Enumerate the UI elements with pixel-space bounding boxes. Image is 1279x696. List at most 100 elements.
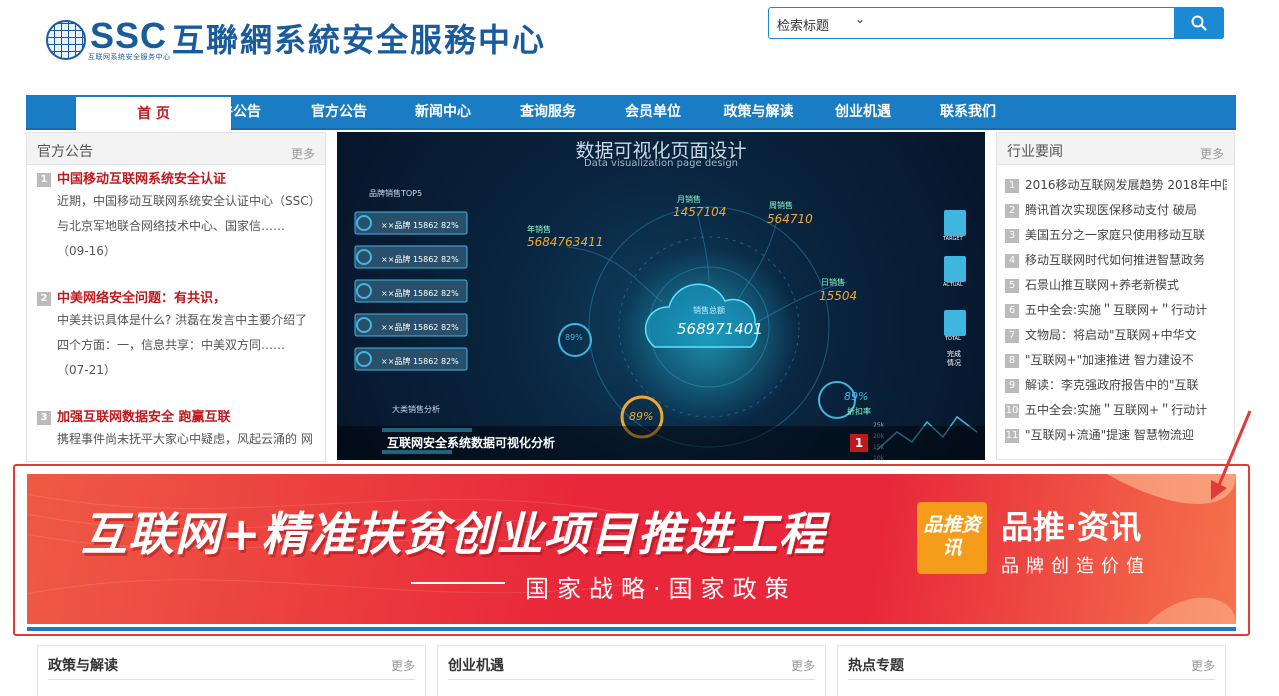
list-item-text[interactable]: "互联网+流通"提速 智慧物流迎	[1025, 428, 1194, 442]
list-item[interactable]: 2 腾讯首次实现医保移动支付 破局	[1005, 201, 1227, 218]
item-number: 5	[1005, 279, 1019, 293]
logo-subtitle: 互联网系统安全服务中心	[88, 53, 171, 61]
year-sales-value: 5684763411	[527, 235, 604, 249]
list-item-text[interactable]: 解读：李克强政府报告中的"互联	[1025, 378, 1199, 392]
list-item-text[interactable]: 石景山推互联网+养老新模式	[1025, 278, 1179, 292]
item-number: 10	[1005, 404, 1019, 418]
banner-brand-name: 品推·资讯	[1001, 508, 1142, 546]
item-number: 3	[37, 411, 51, 425]
item-number: 2	[1005, 204, 1019, 218]
list-item[interactable]: 5 石景山推互联网+养老新模式	[1005, 276, 1227, 293]
slide-pager-1[interactable]: 1	[850, 434, 868, 452]
list-item-text[interactable]: 美国五分之一家庭只使用移动互联	[1025, 228, 1205, 242]
list-item[interactable]: 3 美国五分之一家庭只使用移动互联	[1005, 226, 1227, 243]
news-item-summary: 近期，中国移动互联网系统安全认证中心（SSC）与北京军地联合网络技术中心、国家信…	[57, 194, 315, 258]
list-item[interactable]: 1 2016移动互联网发展趋势 2018年中国	[1005, 176, 1227, 193]
list-item[interactable]: 7 文物局：将启动"互联网+中华文	[1005, 326, 1227, 343]
policy-panel: 政策与解读 更多	[37, 645, 426, 696]
panel-header: 官方公告 更多	[27, 133, 325, 165]
more-link[interactable]: 更多	[791, 657, 815, 674]
more-link[interactable]: 更多	[391, 657, 415, 674]
year-sales-label: 年销售	[527, 225, 551, 234]
category-title: 大类销售分析	[392, 405, 440, 414]
startup-panel: 创业机遇 更多	[437, 645, 826, 696]
item-number: 3	[1005, 229, 1019, 243]
top5-title: 品牌销售TOP5	[369, 189, 423, 198]
news-title-text[interactable]: 中国移动互联网系统安全认证	[57, 172, 226, 187]
list-item-text[interactable]: 五中全会:实施＂互联网+＂行动计	[1025, 303, 1207, 317]
item-number: 4	[1005, 254, 1019, 268]
nav-item-contact[interactable]: 联系我们	[923, 95, 1013, 130]
percentage-left: 89%	[565, 333, 583, 342]
divider	[848, 679, 1215, 680]
top5-row: ××品牌 15862 82%	[381, 255, 459, 264]
side-label: ACTUAL	[943, 282, 963, 288]
nav-item-policy[interactable]: 政策与解读	[706, 95, 811, 130]
list-item-text[interactable]: "互联网+"加速推进 智力建设不	[1025, 353, 1194, 367]
item-number: 9	[1005, 379, 1019, 393]
news-item-title[interactable]: 2 中美网络安全问题：有共识，	[37, 287, 226, 306]
item-number: 6	[1005, 304, 1019, 318]
news-item-title[interactable]: 1 中国移动互联网系统安全认证	[37, 168, 226, 187]
more-link[interactable]: 更多	[291, 145, 315, 162]
news-item-summary: 携程事件尚未抚平大家心中疑虑，风起云涌的 网	[57, 432, 313, 446]
chevron-down-icon[interactable]: ⌄	[855, 12, 865, 26]
top5-row: ××品牌 15862 82%	[381, 221, 459, 230]
nav-item-news[interactable]: 新闻中心	[398, 95, 488, 130]
site-name[interactable]: 互聯網系統安全服務中心	[172, 20, 546, 60]
month-sales-value: 1457104	[673, 205, 727, 219]
search-icon	[1191, 15, 1207, 31]
list-item-text[interactable]: 移动互联网时代如何推进智慧政务	[1025, 253, 1205, 267]
list-item[interactable]: 9 解读：李克强政府报告中的"互联	[1005, 376, 1227, 393]
percentage-bottom: 89%	[629, 410, 654, 423]
more-link[interactable]: 更多	[1200, 145, 1224, 162]
banner-slogan: 品牌创造价值	[1001, 556, 1151, 577]
total-sales-value: 568971401	[677, 320, 763, 338]
promo-banner[interactable]: 互联网+精准扶贫创业项目推进工程 国家战略·国家政策 品推资讯 品推·资讯 品牌…	[27, 474, 1236, 624]
banner-underline	[27, 627, 1236, 631]
nav-item-documents[interactable]: 文件公告	[188, 95, 278, 130]
list-item[interactable]: 6 五中全会:实施＂互联网+＂行动计	[1005, 301, 1227, 318]
featured-slider[interactable]: 数据可视化页面设计 Data visualization page design	[337, 132, 985, 460]
list-item[interactable]: 4 移动互联网时代如何推进智慧政务	[1005, 251, 1227, 268]
search-scope-select[interactable]: 检索标题	[777, 15, 829, 34]
top5-row: ××品牌 15862 82%	[381, 289, 459, 298]
total-sales-label: 销售总额	[693, 306, 725, 315]
list-item[interactable]: 11 "互联网+流通"提速 智慧物流迎	[1005, 426, 1227, 443]
list-item[interactable]: 10 五中全会:实施＂互联网+＂行动计	[1005, 401, 1227, 418]
list-item-text[interactable]: 2016移动互联网发展趋势 2018年中国	[1025, 178, 1227, 192]
month-sales-label: 月销售	[677, 195, 701, 204]
site-header: SSC 互联网系统安全服务中心 互聯網系統安全服務中心 检索标题 ⌄	[0, 0, 1279, 95]
nav-item-official[interactable]: 官方公告	[294, 95, 384, 130]
more-link[interactable]: 更多	[1191, 657, 1215, 674]
search-button[interactable]	[1174, 7, 1224, 39]
panel-title: 热点专题	[848, 658, 904, 674]
list-item-text[interactable]: 文物局：将启动"互联网+中华文	[1025, 328, 1197, 342]
news-item-summary: 中美共识具体是什么? 洪磊在发言中主要介绍了四个方面：一，信息共享：中美双方同……	[57, 313, 308, 377]
list-item-text[interactable]: 腾讯首次实现医保移动支付 破局	[1025, 203, 1197, 217]
day-sales-value: 15504	[819, 289, 858, 303]
logo-text[interactable]: SSC	[90, 18, 167, 54]
item-number: 11	[1005, 429, 1019, 443]
divider	[448, 679, 815, 680]
globe-logo-icon[interactable]	[46, 20, 86, 60]
slide-caption[interactable]: 互联网安全系统数据可视化分析	[387, 434, 555, 451]
nav-item-query[interactable]: 查询服务	[503, 95, 593, 130]
nav-item-members[interactable]: 会员单位	[608, 95, 698, 130]
complete-label: 完成情况	[947, 350, 961, 367]
nav-item-startup[interactable]: 创业机遇	[818, 95, 908, 130]
discount-rate-label: 折扣率	[847, 407, 871, 416]
week-sales-label: 周销售	[769, 201, 793, 210]
news-title-text[interactable]: 中美网络安全问题：有共识，	[57, 291, 226, 306]
percentage-right: 89%	[844, 390, 869, 403]
list-item-text[interactable]: 五中全会:实施＂互联网+＂行动计	[1025, 403, 1207, 417]
panel-title: 政策与解读	[48, 658, 118, 674]
item-number: 1	[37, 173, 51, 187]
banner-headline: 互联网+精准扶贫创业项目推进工程	[81, 507, 826, 561]
news-title-text[interactable]: 加强互联网数据安全 跑赢互联	[57, 410, 231, 425]
item-number: 1	[1005, 179, 1019, 193]
top5-row: ××品牌 15862 82%	[381, 323, 459, 332]
item-number: 7	[1005, 329, 1019, 343]
list-item[interactable]: 8 "互联网+"加速推进 智力建设不	[1005, 351, 1227, 368]
news-item-title[interactable]: 3 加强互联网数据安全 跑赢互联	[37, 406, 231, 425]
